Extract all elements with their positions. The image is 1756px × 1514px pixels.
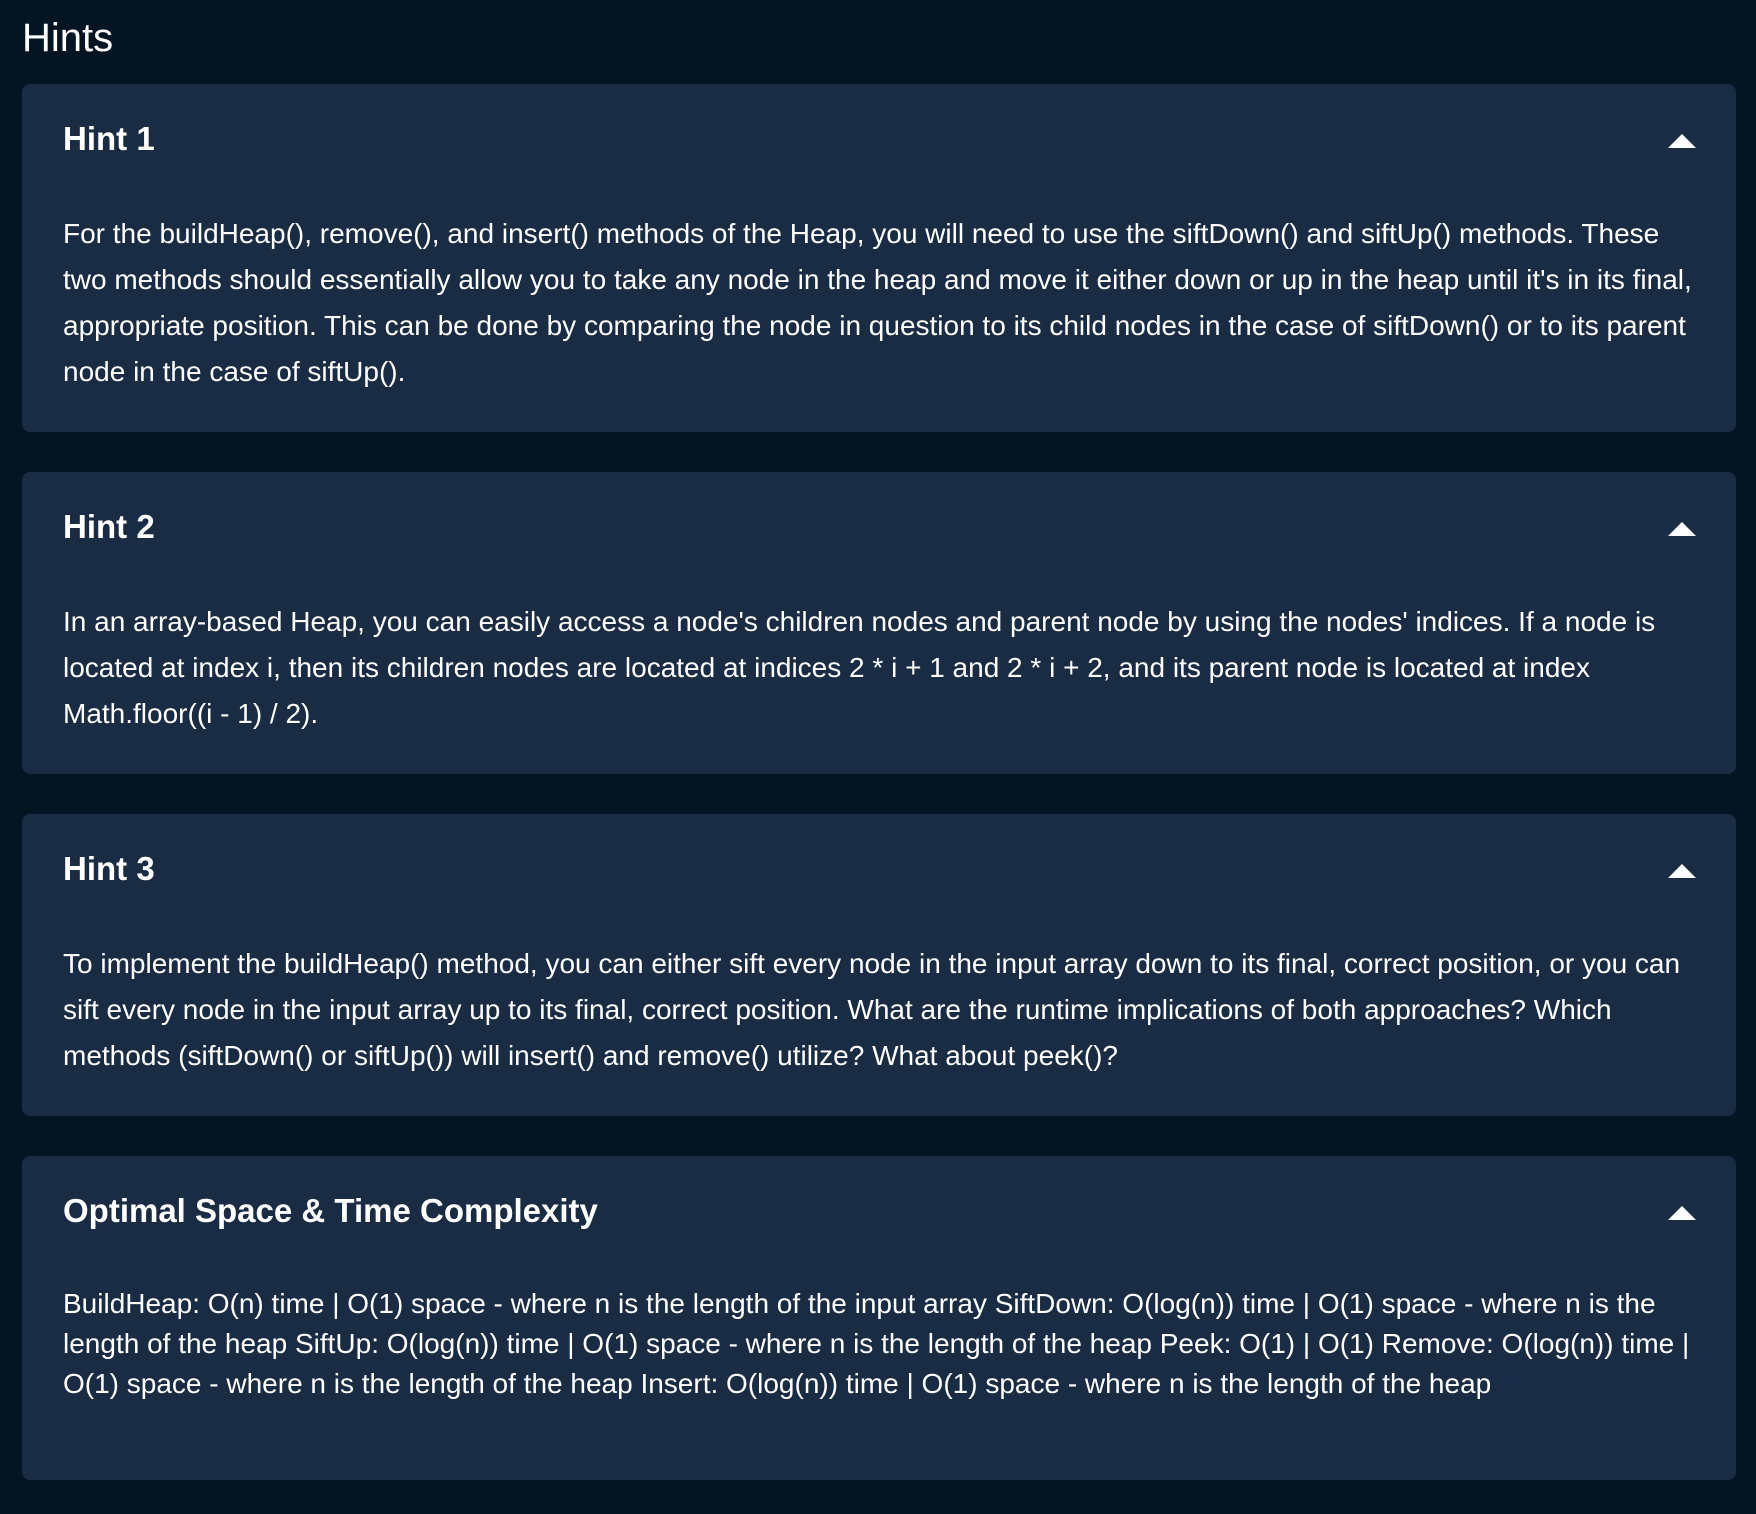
complexity-body: BuildHeap: O(n) time | O(1) space - wher… [63, 1288, 1690, 1399]
hint-2-header[interactable]: Hint 2 [22, 472, 1736, 582]
chevron-up-icon[interactable] [1666, 854, 1698, 884]
complexity-panel: Optimal Space & Time Complexity BuildHea… [22, 1156, 1736, 1480]
page-title: Hints [22, 16, 114, 60]
chevron-up-icon[interactable] [1666, 124, 1698, 154]
hint-3-header[interactable]: Hint 3 [22, 814, 1736, 924]
hint-panel-1: Hint 1 For the buildHeap(), remove(), an… [22, 84, 1736, 432]
hint-3-title: Hint 3 [63, 850, 155, 887]
complexity-header[interactable]: Optimal Space & Time Complexity [22, 1156, 1736, 1266]
hint-1-body: For the buildHeap(), remove(), and inser… [63, 218, 1692, 387]
chevron-up-icon[interactable] [1666, 1196, 1698, 1226]
hint-2-body: In an array-based Heap, you can easily a… [63, 606, 1656, 729]
chevron-up-icon[interactable] [1666, 512, 1698, 542]
hint-2-title: Hint 2 [63, 508, 155, 545]
hint-1-header[interactable]: Hint 1 [22, 84, 1736, 194]
hints-page: Hints Hint 1 For the buildHeap(), remove… [0, 0, 1756, 1514]
hint-3-body: To implement the buildHeap() method, you… [63, 948, 1681, 1071]
hint-panel-2: Hint 2 In an array-based Heap, you can e… [22, 472, 1736, 774]
hint-1-title: Hint 1 [63, 120, 155, 157]
hint-panel-3: Hint 3 To implement the buildHeap() meth… [22, 814, 1736, 1116]
complexity-title: Optimal Space & Time Complexity [63, 1192, 598, 1229]
